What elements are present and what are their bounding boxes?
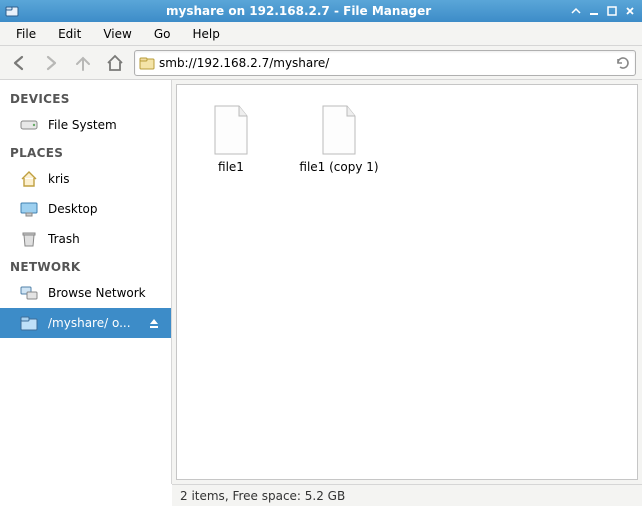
eject-icon[interactable] bbox=[147, 316, 161, 330]
home-icon bbox=[18, 168, 40, 190]
menu-go[interactable]: Go bbox=[144, 24, 181, 44]
drive-icon bbox=[18, 114, 40, 136]
menubar: File Edit View Go Help bbox=[0, 22, 642, 46]
sidebar-item-myshare[interactable]: /myshare/ o... bbox=[0, 308, 171, 338]
sidebar-item-home[interactable]: kris bbox=[0, 164, 171, 194]
sidebar-item-label: File System bbox=[48, 118, 161, 132]
forward-button[interactable] bbox=[38, 50, 64, 76]
refresh-button[interactable] bbox=[615, 55, 631, 71]
toolbar bbox=[0, 46, 642, 80]
file-name: file1 (copy 1) bbox=[299, 160, 378, 174]
sidebar: DEVICES File System PLACES kris Desktop … bbox=[0, 80, 172, 484]
sidebar-item-filesystem[interactable]: File System bbox=[0, 110, 171, 140]
file-icon bbox=[207, 102, 255, 158]
maximize-button[interactable] bbox=[604, 3, 620, 19]
folder-remote-icon bbox=[18, 312, 40, 334]
folder-icon bbox=[139, 55, 155, 71]
desktop-icon bbox=[18, 198, 40, 220]
statusbar: 2 items, Free space: 5.2 GB bbox=[172, 484, 642, 506]
file-icon bbox=[315, 102, 363, 158]
sidebar-item-label: Browse Network bbox=[48, 286, 161, 300]
file-name: file1 bbox=[218, 160, 244, 174]
main-area: DEVICES File System PLACES kris Desktop … bbox=[0, 80, 642, 484]
rollup-button[interactable] bbox=[568, 3, 584, 19]
back-button[interactable] bbox=[6, 50, 32, 76]
minimize-button[interactable] bbox=[586, 3, 602, 19]
icon-view: file1 file1 (copy 1) bbox=[177, 85, 637, 191]
section-devices: DEVICES bbox=[0, 86, 171, 110]
sidebar-item-label: Desktop bbox=[48, 202, 161, 216]
menu-file[interactable]: File bbox=[6, 24, 46, 44]
sidebar-item-label: kris bbox=[48, 172, 161, 186]
sidebar-item-label: Trash bbox=[48, 232, 161, 246]
section-network: NETWORK bbox=[0, 254, 171, 278]
network-icon bbox=[18, 282, 40, 304]
sidebar-item-desktop[interactable]: Desktop bbox=[0, 194, 171, 224]
address-bar bbox=[134, 50, 636, 76]
menu-help[interactable]: Help bbox=[182, 24, 229, 44]
sidebar-item-browse-network[interactable]: Browse Network bbox=[0, 278, 171, 308]
icon-view-frame[interactable]: file1 file1 (copy 1) bbox=[176, 84, 638, 480]
close-button[interactable] bbox=[622, 3, 638, 19]
titlebar: myshare on 192.168.2.7 - File Manager bbox=[0, 0, 642, 22]
parent-button[interactable] bbox=[70, 50, 96, 76]
app-folder-icon bbox=[4, 3, 20, 19]
sidebar-item-label: /myshare/ o... bbox=[48, 316, 147, 330]
file-item[interactable]: file1 bbox=[185, 97, 277, 179]
file-item[interactable]: file1 (copy 1) bbox=[293, 97, 385, 179]
menu-view[interactable]: View bbox=[93, 24, 141, 44]
trash-icon bbox=[18, 228, 40, 250]
address-input[interactable] bbox=[159, 56, 615, 70]
status-text: 2 items, Free space: 5.2 GB bbox=[180, 489, 345, 503]
menu-edit[interactable]: Edit bbox=[48, 24, 91, 44]
home-button[interactable] bbox=[102, 50, 128, 76]
sidebar-item-trash[interactable]: Trash bbox=[0, 224, 171, 254]
section-places: PLACES bbox=[0, 140, 171, 164]
window-title: myshare on 192.168.2.7 - File Manager bbox=[26, 4, 431, 18]
content-area: file1 file1 (copy 1) bbox=[172, 80, 642, 484]
